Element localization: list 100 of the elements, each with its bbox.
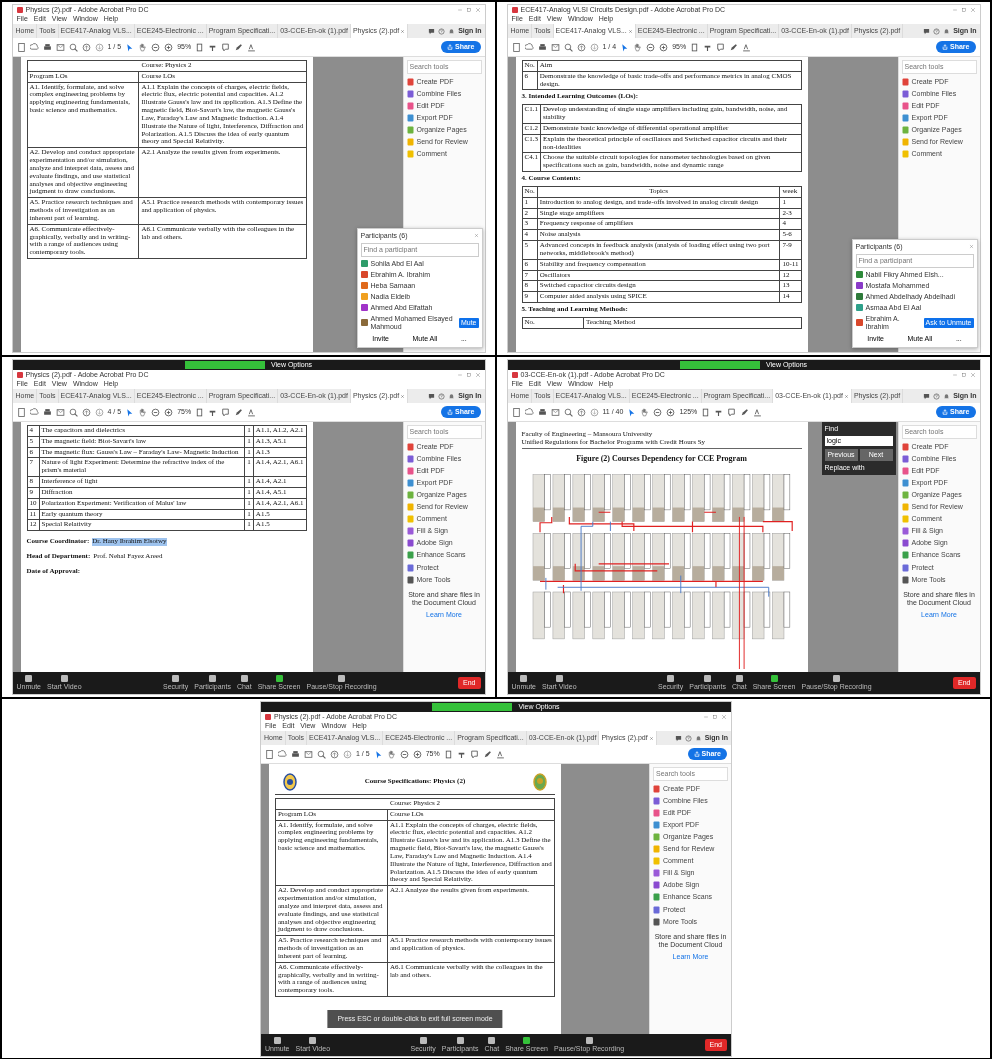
fit-page-icon[interactable] xyxy=(690,42,700,52)
hand-icon[interactable] xyxy=(640,407,650,417)
cursor-icon[interactable] xyxy=(125,407,135,417)
fit-page-icon[interactable] xyxy=(195,42,205,52)
print-icon[interactable] xyxy=(42,407,52,417)
restore-icon[interactable] xyxy=(465,7,472,13)
control-icon xyxy=(309,1036,317,1044)
down-arrow-icon[interactable] xyxy=(343,749,352,759)
search-icon[interactable] xyxy=(317,749,326,759)
cursor-icon[interactable] xyxy=(620,42,630,52)
cloud-icon[interactable] xyxy=(278,749,287,759)
signature-icon[interactable] xyxy=(495,749,505,759)
restore-icon[interactable] xyxy=(465,372,472,378)
app-icon xyxy=(16,7,23,13)
zoom-out-icon[interactable] xyxy=(151,407,161,417)
comment-icon[interactable] xyxy=(469,749,479,759)
zoom-out-icon[interactable] xyxy=(646,42,656,52)
cloud-icon[interactable] xyxy=(29,42,39,52)
fit-page-icon[interactable] xyxy=(443,749,453,759)
print-icon[interactable] xyxy=(537,407,547,417)
bell-icon[interactable] xyxy=(448,392,456,400)
zoom-out-icon[interactable] xyxy=(151,42,161,52)
page-icon[interactable] xyxy=(511,42,521,52)
hand-icon[interactable] xyxy=(138,407,148,417)
pen-icon[interactable] xyxy=(729,42,739,52)
up-arrow-icon[interactable] xyxy=(81,407,91,417)
control-icon xyxy=(419,1036,427,1044)
page-icon[interactable] xyxy=(511,407,521,417)
mail-icon[interactable] xyxy=(55,407,65,417)
restore-icon[interactable] xyxy=(960,7,967,13)
mail-icon[interactable] xyxy=(304,749,313,759)
hand-icon[interactable] xyxy=(386,749,396,759)
print-icon[interactable] xyxy=(537,42,547,52)
zoom-in-icon[interactable] xyxy=(666,407,676,417)
signature-icon[interactable] xyxy=(247,407,257,417)
chat-icon[interactable] xyxy=(674,734,682,742)
pen-icon[interactable] xyxy=(234,42,244,52)
restore-icon[interactable] xyxy=(712,714,718,720)
chat-icon[interactable] xyxy=(428,27,436,35)
mail-icon[interactable] xyxy=(550,407,560,417)
chat-icon[interactable] xyxy=(923,392,931,400)
bell-icon[interactable] xyxy=(943,27,951,35)
restore-icon[interactable] xyxy=(960,372,967,378)
bell-icon[interactable] xyxy=(694,734,702,742)
mail-icon[interactable] xyxy=(55,42,65,52)
page-icon[interactable] xyxy=(265,749,274,759)
fit-page-icon[interactable] xyxy=(701,407,711,417)
control-icon xyxy=(523,1036,531,1044)
signature-icon[interactable] xyxy=(742,42,752,52)
cloud-icon[interactable] xyxy=(29,407,39,417)
close-icon[interactable] xyxy=(627,28,633,34)
search-icon[interactable] xyxy=(563,42,573,52)
signature-icon[interactable] xyxy=(753,407,763,417)
cloud-icon[interactable] xyxy=(524,407,534,417)
bell-icon[interactable] xyxy=(943,392,951,400)
close-icon[interactable] xyxy=(400,393,406,399)
mail-icon[interactable] xyxy=(550,42,560,52)
bell-icon[interactable] xyxy=(448,27,456,35)
page-icon[interactable] xyxy=(16,407,26,417)
search-icon[interactable] xyxy=(563,407,573,417)
close-icon[interactable] xyxy=(400,28,406,34)
up-arrow-icon[interactable] xyxy=(81,42,91,52)
zoom-in-icon[interactable] xyxy=(659,42,669,52)
hand-icon[interactable] xyxy=(633,42,643,52)
close-icon[interactable] xyxy=(648,735,654,741)
pen-icon[interactable] xyxy=(482,749,492,759)
cursor-icon[interactable] xyxy=(373,749,383,759)
close-icon[interactable] xyxy=(843,393,849,399)
up-arrow-icon[interactable] xyxy=(330,749,339,759)
zoom-out-icon[interactable] xyxy=(399,749,409,759)
comment-icon[interactable] xyxy=(221,407,231,417)
chat-icon[interactable] xyxy=(428,392,436,400)
print-icon[interactable] xyxy=(42,42,52,52)
hand-icon[interactable] xyxy=(138,42,148,52)
down-arrow-icon[interactable] xyxy=(589,407,599,417)
zoom-out-icon[interactable] xyxy=(653,407,663,417)
cursor-icon[interactable] xyxy=(125,42,135,52)
zoom-in-icon[interactable] xyxy=(412,749,422,759)
down-arrow-icon[interactable] xyxy=(94,407,104,417)
signature-icon[interactable] xyxy=(247,42,257,52)
up-arrow-icon[interactable] xyxy=(576,407,586,417)
comment-icon[interactable] xyxy=(221,42,231,52)
up-arrow-icon[interactable] xyxy=(576,42,586,52)
pen-icon[interactable] xyxy=(234,407,244,417)
comment-icon[interactable] xyxy=(727,407,737,417)
chat-icon[interactable] xyxy=(923,27,931,35)
print-icon[interactable] xyxy=(291,749,300,759)
comment-icon[interactable] xyxy=(716,42,726,52)
down-arrow-icon[interactable] xyxy=(589,42,599,52)
zoom-in-icon[interactable] xyxy=(164,407,174,417)
page-icon[interactable] xyxy=(16,42,26,52)
down-arrow-icon[interactable] xyxy=(94,42,104,52)
pen-icon[interactable] xyxy=(740,407,750,417)
zoom-in-icon[interactable] xyxy=(164,42,174,52)
control-icon xyxy=(704,674,712,682)
cursor-icon[interactable] xyxy=(627,407,637,417)
cloud-icon[interactable] xyxy=(524,42,534,52)
search-icon[interactable] xyxy=(68,407,78,417)
search-icon[interactable] xyxy=(68,42,78,52)
fit-page-icon[interactable] xyxy=(195,407,205,417)
